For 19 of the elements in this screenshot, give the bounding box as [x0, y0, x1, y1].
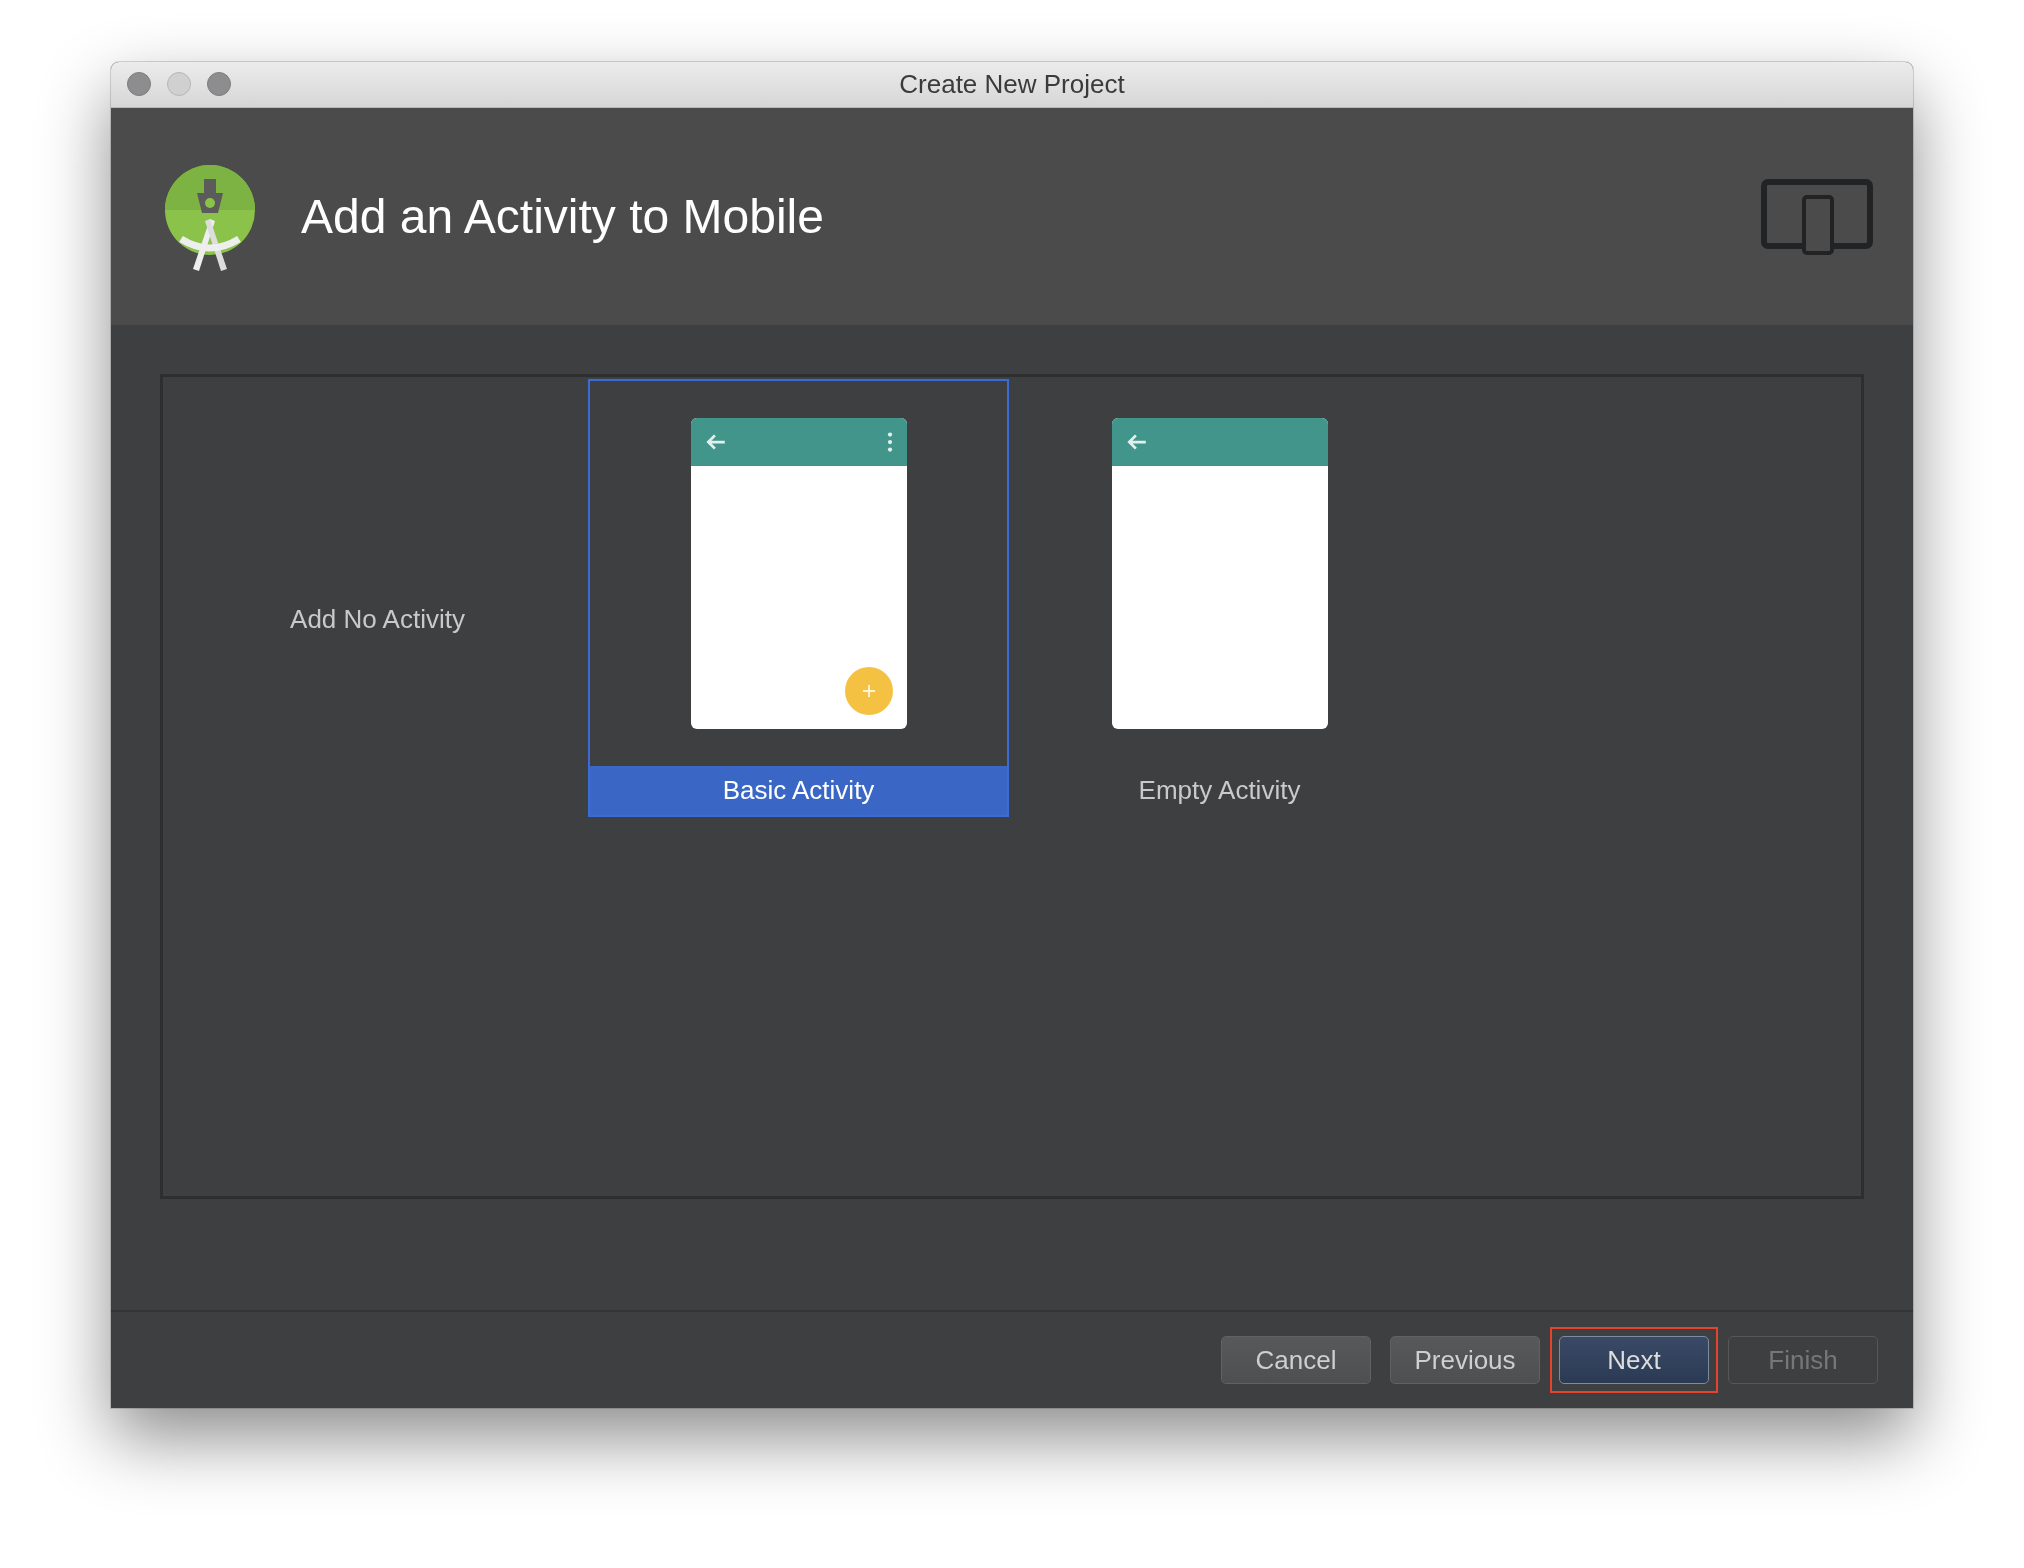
page-title: Add an Activity to Mobile: [301, 189, 825, 244]
next-button[interactable]: Next: [1559, 1336, 1709, 1384]
window-title: Create New Project: [899, 69, 1125, 100]
dialog-button[interactable]: Cancel: [1221, 1336, 1371, 1384]
template-tile[interactable]: Add No Activity: [167, 379, 588, 817]
back-arrow-icon: [704, 433, 727, 451]
dialog-button[interactable]: Previous: [1390, 1336, 1540, 1384]
template-tile[interactable]: Basic Activity: [588, 379, 1009, 817]
template-label: Add No Activity: [289, 603, 466, 636]
template-label: Basic Activity: [590, 766, 1007, 815]
overflow-menu-icon: [886, 432, 893, 452]
tablet-phone-icon: [1761, 178, 1873, 255]
template-tile[interactable]: Empty Activity: [1009, 379, 1430, 817]
back-arrow-icon: [1125, 433, 1148, 451]
close-icon[interactable]: [127, 72, 151, 96]
plus-fab-icon: [844, 667, 893, 715]
template-label: Empty Activity: [1137, 774, 1302, 808]
minimize-icon[interactable]: [167, 72, 191, 96]
zoom-icon[interactable]: [207, 72, 231, 96]
